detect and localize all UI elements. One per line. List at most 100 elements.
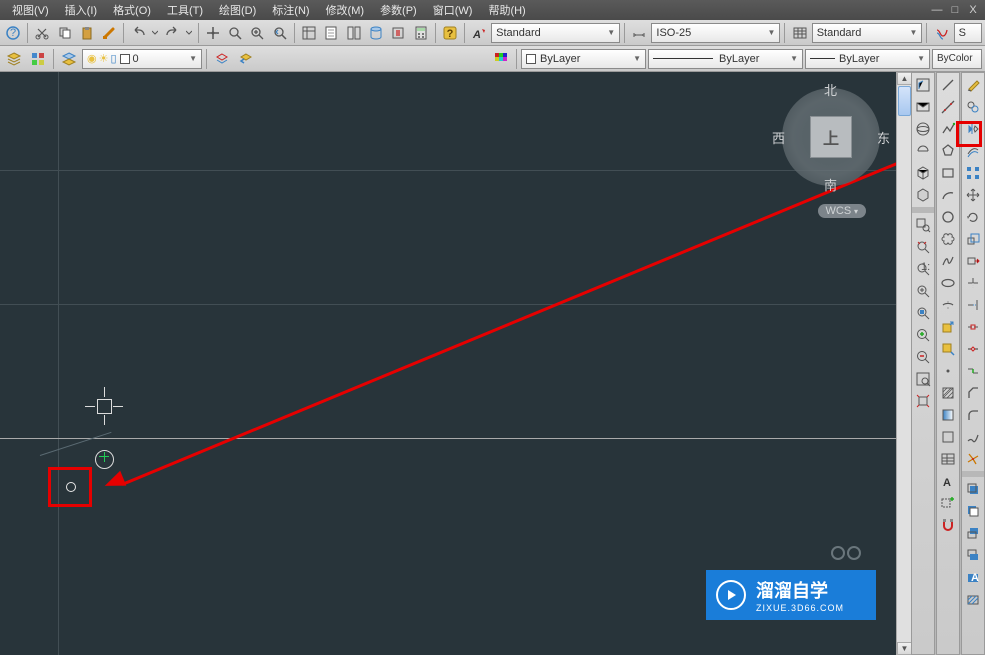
close-button[interactable]: X: [965, 3, 981, 17]
table-icon[interactable]: [938, 449, 958, 469]
erase-icon[interactable]: [963, 75, 983, 95]
tablestyle-icon[interactable]: [789, 22, 809, 44]
viewcube-south[interactable]: 南: [824, 175, 837, 194]
insert-block-icon[interactable]: [938, 317, 958, 337]
matchprop-icon[interactable]: [99, 22, 119, 44]
layer-prev-icon[interactable]: [235, 48, 257, 70]
pan-icon[interactable]: [203, 22, 223, 44]
layer-iso-icon[interactable]: [211, 48, 233, 70]
layer-tools-icon[interactable]: [27, 48, 49, 70]
scroll-thumb[interactable]: [898, 86, 911, 116]
quickcalc-icon[interactable]: [410, 22, 430, 44]
zoom-center-icon[interactable]: [913, 281, 933, 301]
draworder-under-icon[interactable]: [963, 545, 983, 565]
paste-icon[interactable]: [77, 22, 97, 44]
gradient-icon[interactable]: [938, 405, 958, 425]
circle-icon[interactable]: [938, 207, 958, 227]
view-iso-icon[interactable]: [913, 163, 933, 183]
menu-dim[interactable]: 标注(N): [264, 0, 317, 20]
color-combo[interactable]: ByLayer ▼: [521, 49, 646, 69]
viewcube-top-face[interactable]: 上: [810, 116, 852, 158]
hatch-icon[interactable]: [938, 383, 958, 403]
draworder-hatch-icon[interactable]: [963, 589, 983, 609]
cut-icon[interactable]: [32, 22, 52, 44]
blend-icon[interactable]: [963, 427, 983, 447]
layermanager-icon[interactable]: [3, 48, 25, 70]
zoom-out-icon[interactable]: [913, 347, 933, 367]
menu-tools[interactable]: 工具(T): [159, 0, 211, 20]
qnew-icon[interactable]: ?: [3, 22, 23, 44]
draworder-text-icon[interactable]: A: [963, 567, 983, 587]
redo-icon[interactable]: [162, 22, 182, 44]
addselect-icon[interactable]: [938, 493, 958, 513]
draworder-front-icon[interactable]: [963, 479, 983, 499]
markup-icon[interactable]: [388, 22, 408, 44]
stretch-icon[interactable]: [963, 251, 983, 271]
menu-help[interactable]: 帮助(H): [480, 0, 533, 20]
dbconnect-icon[interactable]: [366, 22, 386, 44]
properties-icon[interactable]: [299, 22, 319, 44]
undo-drop-icon[interactable]: [151, 22, 160, 44]
ml-style-combo[interactable]: S: [954, 23, 982, 43]
sheet-set-icon[interactable]: [321, 22, 341, 44]
zoom-realtime-icon[interactable]: [225, 22, 245, 44]
zoom-in-icon[interactable]: [913, 325, 933, 345]
magnet-icon[interactable]: [938, 515, 958, 535]
zoom-dynamic-icon[interactable]: [913, 237, 933, 257]
draworder-back-icon[interactable]: [963, 501, 983, 521]
menu-view[interactable]: 视图(V): [4, 0, 57, 20]
help-icon[interactable]: ?: [440, 22, 460, 44]
move-icon[interactable]: [963, 185, 983, 205]
break-icon[interactable]: [963, 339, 983, 359]
make-block-icon[interactable]: [938, 339, 958, 359]
minimize-button[interactable]: —: [929, 3, 945, 17]
plot-color-combo[interactable]: ByColor: [932, 49, 982, 69]
trim-icon[interactable]: [963, 273, 983, 293]
viewcube-north[interactable]: 北: [824, 80, 837, 99]
region-icon[interactable]: [938, 427, 958, 447]
view-top-icon[interactable]: [913, 141, 933, 161]
xline-icon[interactable]: [938, 97, 958, 117]
view-named-icon[interactable]: [913, 97, 933, 117]
undo-icon[interactable]: [128, 22, 148, 44]
menu-param[interactable]: 参数(P): [372, 0, 425, 20]
copy-entity-icon[interactable]: [963, 97, 983, 117]
menu-insert[interactable]: 插入(I): [57, 0, 105, 20]
draworder-above-icon[interactable]: [963, 523, 983, 543]
table-style-combo[interactable]: Standard▼: [812, 23, 923, 43]
menu-format[interactable]: 格式(O): [105, 0, 159, 20]
ellipse-arc-icon[interactable]: [938, 295, 958, 315]
polygon-icon[interactable]: [938, 141, 958, 161]
view-cube[interactable]: 上 北 南 西 东: [776, 82, 886, 192]
lineweight-combo[interactable]: ByLayer ▼: [805, 49, 930, 69]
toolpalette-icon[interactable]: [343, 22, 363, 44]
scroll-up-button[interactable]: ▲: [897, 72, 911, 85]
fillet-icon[interactable]: [963, 405, 983, 425]
rotate-icon[interactable]: [963, 207, 983, 227]
vertical-scrollbar[interactable]: ▲ ▼: [896, 72, 911, 655]
drawing-canvas[interactable]: 上 北 南 西 东 WCS ▾ 溜溜自学 ZIXUE.3D66.COM ▲ ▼: [0, 72, 911, 655]
dim-style-combo[interactable]: ISO-25▼: [651, 23, 780, 43]
line-icon[interactable]: [938, 75, 958, 95]
viewcube-east[interactable]: 东: [877, 128, 890, 147]
extend-icon[interactable]: [963, 295, 983, 315]
revcloud-icon[interactable]: [938, 229, 958, 249]
menu-modify[interactable]: 修改(M): [318, 0, 373, 20]
dimstyle-icon[interactable]: [629, 22, 649, 44]
zoom-window-icon[interactable]: [247, 22, 267, 44]
pline-icon[interactable]: [938, 119, 958, 139]
viewcube-west[interactable]: 西: [772, 128, 785, 147]
textstyle-icon[interactable]: A: [469, 22, 489, 44]
join-icon[interactable]: [963, 361, 983, 381]
wcs-badge[interactable]: WCS ▾: [818, 204, 866, 218]
color-picker-icon[interactable]: [490, 48, 512, 70]
zoom-all-icon[interactable]: [913, 369, 933, 389]
menu-draw[interactable]: 绘图(D): [211, 0, 264, 20]
arc-icon[interactable]: [938, 185, 958, 205]
chamfer-icon[interactable]: [963, 383, 983, 403]
layerstates-icon[interactable]: [58, 48, 80, 70]
zoom-scale-icon[interactable]: 1:: [913, 259, 933, 279]
scale-icon[interactable]: [963, 229, 983, 249]
redo-drop-icon[interactable]: [184, 22, 193, 44]
mtext-icon[interactable]: A: [938, 471, 958, 491]
